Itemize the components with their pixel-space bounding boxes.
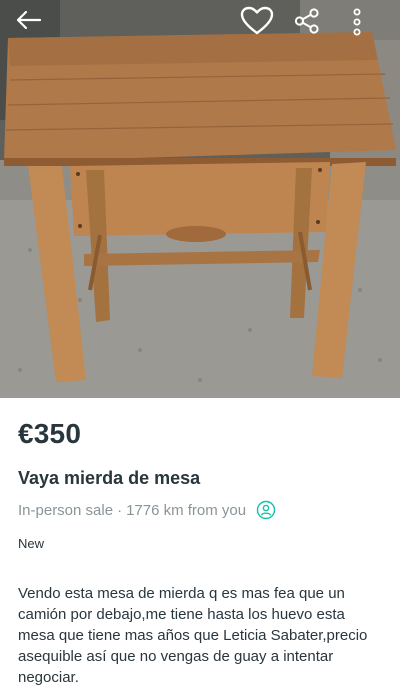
table-photo-image xyxy=(0,0,400,398)
more-options-button[interactable] xyxy=(352,8,376,42)
back-button[interactable] xyxy=(16,10,52,40)
meta-separator: · xyxy=(117,501,123,519)
product-photo[interactable] xyxy=(0,0,400,398)
heart-icon xyxy=(240,6,274,35)
delivery-type: In-person sale xyxy=(18,501,114,519)
listing-meta: In-person sale · 1776 km from you xyxy=(18,500,276,520)
listing-price: €350 xyxy=(18,418,82,449)
favorite-button[interactable] xyxy=(240,6,278,44)
listing-title: Vaya mierda de mesa xyxy=(18,468,201,488)
person-pin-icon xyxy=(256,500,276,520)
listing-distance: 1776 km from you xyxy=(126,501,247,519)
share-button[interactable] xyxy=(294,8,328,42)
arrow-left-icon xyxy=(16,10,42,30)
more-vertical-icon xyxy=(353,8,361,36)
share-icon xyxy=(294,8,319,34)
listing-description: Vendo esta mesa de mierda q es mas fea q… xyxy=(18,585,368,686)
condition-label: New xyxy=(18,536,45,551)
